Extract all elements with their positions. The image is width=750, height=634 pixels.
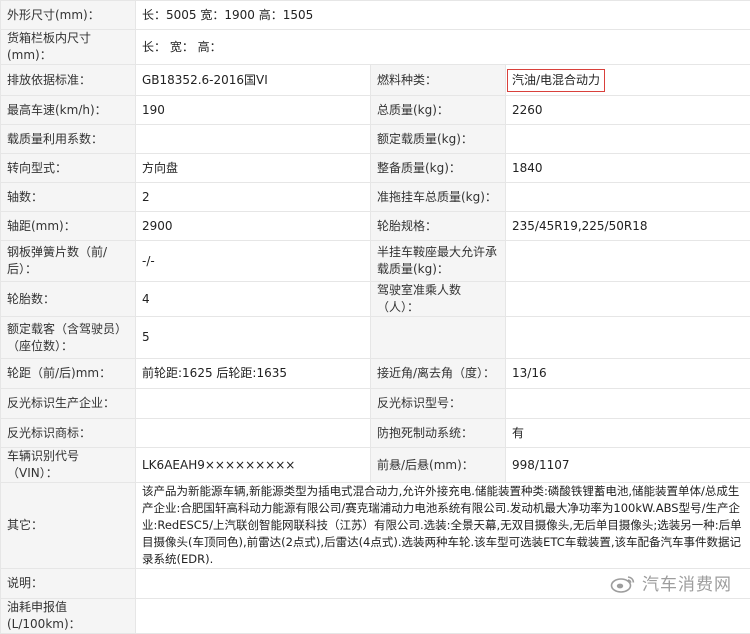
table-row: 最高车速(km/h)： 190 总质量(kg)： 2260	[1, 96, 750, 125]
label-track-width: 轮距（前/后)mm：	[1, 359, 136, 389]
label-cab-seats: 驾驶室准乘人数（人）：	[371, 282, 506, 317]
table-row: 车辆识别代号（VIN）： LK6AEAH9××××××××× 前悬/后悬(mm)…	[1, 448, 750, 483]
value-load-factor	[136, 125, 371, 154]
label-empty	[371, 317, 506, 359]
table-row: 钢板弹簧片数（前/后）： -/- 半挂车鞍座最大允许承载质量(kg)：	[1, 241, 750, 282]
table-row: 货箱栏板内尺寸(mm)： 长： 宽： 高：	[1, 30, 750, 65]
value-approach-departure: 13/16	[506, 359, 750, 389]
label-approach-departure: 接近角/离去角（度）：	[371, 359, 506, 389]
table-row: 反光标识生产企业： 反光标识型号：	[1, 389, 750, 419]
value-reflector-model	[506, 389, 750, 419]
label-vin: 车辆识别代号（VIN）：	[1, 448, 136, 483]
label-reflector-maker: 反光标识生产企业：	[1, 389, 136, 419]
label-reflector-brand: 反光标识商标：	[1, 419, 136, 448]
value-leaf-springs: -/-	[136, 241, 371, 282]
value-steering: 方向盘	[136, 154, 371, 183]
value-other-notes: 该产品为新能源车辆,新能源类型为插电式混合动力,允许外接充电.储能装置种类:磷酸…	[136, 483, 750, 569]
label-other: 其它：	[1, 483, 136, 569]
label-cargo-box: 货箱栏板内尺寸(mm)：	[1, 30, 136, 65]
spec-sheet: 外形尺寸(mm)： 长：5005 宽：1900 高：1505 货箱栏板内尺寸(m…	[0, 0, 750, 609]
weibo-icon	[610, 573, 636, 593]
label-trailer-mass: 准拖挂车总质量(kg)：	[371, 183, 506, 212]
value-overhang: 998/1107	[506, 448, 750, 483]
value-cab-seats	[506, 282, 750, 317]
label-overhang: 前悬/后悬(mm)：	[371, 448, 506, 483]
watermark-text: 汽车消费网	[642, 570, 732, 595]
value-tire-spec: 235/45R19,225/50R18	[506, 212, 750, 241]
table-row: 载质量利用系数： 额定载质量(kg)：	[1, 125, 750, 154]
value-curb-mass: 1840	[506, 154, 750, 183]
value-abs: 有	[506, 419, 750, 448]
label-gross-mass: 总质量(kg)：	[371, 96, 506, 125]
label-leaf-springs: 钢板弹簧片数（前/后）：	[1, 241, 136, 282]
table-row: 油耗申报值(L/100km)：	[1, 599, 750, 634]
label-emission-standard: 排放依据标准：	[1, 65, 136, 96]
label-axles: 轴数：	[1, 183, 136, 212]
value-cargo-box: 长： 宽： 高：	[136, 30, 750, 65]
label-wheelbase: 轴距(mm)：	[1, 212, 136, 241]
watermark: 汽车消费网	[610, 570, 732, 595]
value-vin: LK6AEAH9×××××××××	[136, 448, 371, 483]
table-row: 排放依据标准： GB18352.6-2016国VI 燃料种类： 汽油/电混合动力	[1, 65, 750, 96]
value-empty	[506, 317, 750, 359]
table-row: 轴距(mm)： 2900 轮胎规格： 235/45R19,225/50R18	[1, 212, 750, 241]
table-row: 其它： 该产品为新能源车辆,新能源类型为插电式混合动力,允许外接充电.储能装置种…	[1, 483, 750, 569]
table-row: 外形尺寸(mm)： 长：5005 宽：1900 高：1505	[1, 1, 750, 30]
label-load-factor: 载质量利用系数：	[1, 125, 136, 154]
fuel-type-highlight: 汽油/电混合动力	[507, 69, 605, 92]
value-saddle-load	[506, 241, 750, 282]
value-reflector-maker	[136, 389, 371, 419]
value-wheelbase: 2900	[136, 212, 371, 241]
value-fuel-consumption	[136, 599, 750, 634]
label-abs: 防抱死制动系统：	[371, 419, 506, 448]
value-emission-standard: GB18352.6-2016国VI	[136, 65, 371, 96]
vehicle-spec-table: 外形尺寸(mm)： 长：5005 宽：1900 高：1505 货箱栏板内尺寸(m…	[0, 0, 750, 634]
label-steering: 转向型式：	[1, 154, 136, 183]
label-fuel-type: 燃料种类：	[371, 65, 506, 96]
label-reflector-model: 反光标识型号：	[371, 389, 506, 419]
table-row: 反光标识商标： 防抱死制动系统： 有	[1, 419, 750, 448]
table-row: 轮距（前/后)mm： 前轮距:1625 后轮距:1635 接近角/离去角（度）：…	[1, 359, 750, 389]
label-rated-passengers: 额定载客（含驾驶员）（座位数）：	[1, 317, 136, 359]
value-gross-mass: 2260	[506, 96, 750, 125]
table-row: 轴数： 2 准拖挂车总质量(kg)：	[1, 183, 750, 212]
label-notes: 说明：	[1, 569, 136, 599]
value-max-speed: 190	[136, 96, 371, 125]
value-reflector-brand	[136, 419, 371, 448]
label-tire-count: 轮胎数：	[1, 282, 136, 317]
value-axles: 2	[136, 183, 371, 212]
label-fuel-consumption: 油耗申报值(L/100km)：	[1, 599, 136, 634]
value-tire-count: 4	[136, 282, 371, 317]
value-track-width: 前轮距:1625 后轮距:1635	[136, 359, 371, 389]
value-rated-passengers: 5	[136, 317, 371, 359]
value-dimensions: 长：5005 宽：1900 高：1505	[136, 1, 750, 30]
table-row: 额定载客（含驾驶员）（座位数）： 5	[1, 317, 750, 359]
label-dimensions: 外形尺寸(mm)：	[1, 1, 136, 30]
label-curb-mass: 整备质量(kg)：	[371, 154, 506, 183]
label-tire-spec: 轮胎规格：	[371, 212, 506, 241]
value-rated-load	[506, 125, 750, 154]
label-max-speed: 最高车速(km/h)：	[1, 96, 136, 125]
table-row: 轮胎数： 4 驾驶室准乘人数（人）：	[1, 282, 750, 317]
value-fuel-type-cell: 汽油/电混合动力	[506, 65, 750, 96]
value-trailer-mass	[506, 183, 750, 212]
label-rated-load: 额定载质量(kg)：	[371, 125, 506, 154]
label-saddle-load: 半挂车鞍座最大允许承载质量(kg)：	[371, 241, 506, 282]
table-row: 转向型式： 方向盘 整备质量(kg)： 1840	[1, 154, 750, 183]
